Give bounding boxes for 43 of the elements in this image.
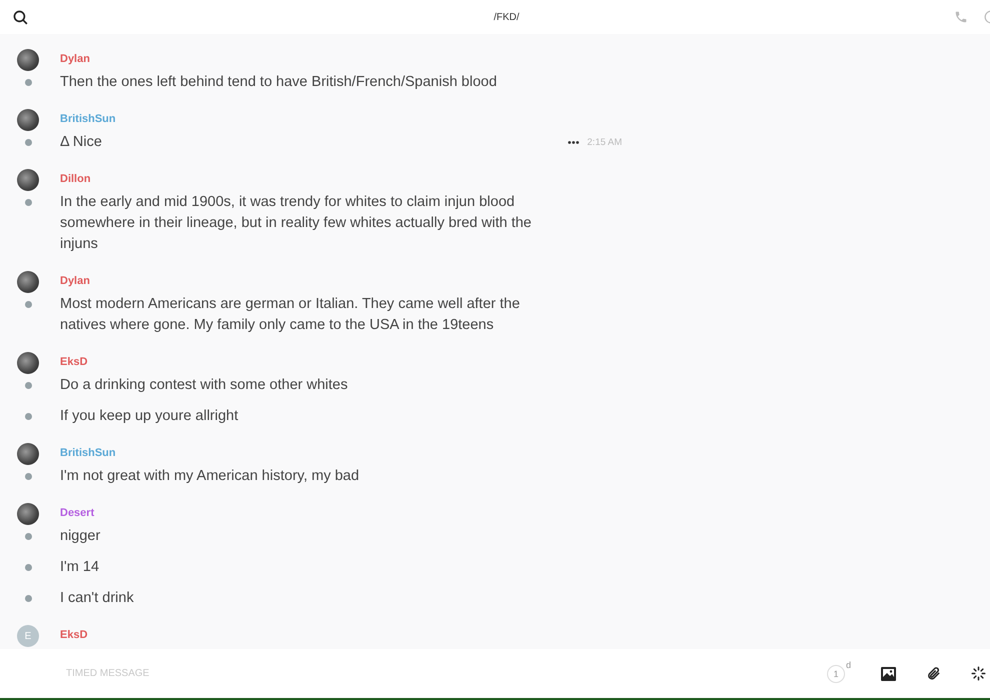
spinner-icon[interactable]: [971, 666, 986, 681]
author-name[interactable]: Dillon: [60, 173, 91, 185]
avatar[interactable]: E: [17, 625, 39, 647]
message-dot: [25, 473, 32, 480]
message-text: Then the ones left behind tend to have British/French/Spanish blood: [60, 73, 497, 92]
message-text: nigger: [60, 527, 100, 546]
message-text: I'm 14: [60, 558, 100, 577]
author-name[interactable]: BritishSun: [60, 447, 116, 459]
message-dot: [25, 139, 32, 146]
message-text: I can't drink: [60, 589, 134, 608]
message-text: I'm not great with my American history, my bad: [60, 467, 360, 486]
author-name[interactable]: BritishSun: [60, 113, 116, 125]
avatar[interactable]: [17, 109, 39, 131]
avatar[interactable]: [17, 271, 39, 293]
image-icon[interactable]: [881, 666, 896, 680]
search-icon[interactable]: [12, 8, 29, 26]
channel-title: /FKD/: [492, 12, 520, 22]
avatar[interactable]: [17, 169, 39, 191]
message-dot: [25, 199, 32, 206]
author-name[interactable]: Dylan: [60, 53, 90, 65]
message-dot: [25, 413, 32, 420]
message-text: Most modern Americans are german or Italian. They came well after the natives where gone. My family only came to the USA in the 19teens: [60, 295, 521, 335]
message-dot: [25, 301, 32, 308]
message-text: If you keep up youre allright: [60, 407, 238, 426]
avatar[interactable]: [17, 49, 39, 71]
author-name[interactable]: Dylan: [60, 275, 90, 287]
message-dot: [25, 595, 32, 602]
message-text: Do a drinking contest with some other whites: [60, 376, 348, 395]
paperclip-icon[interactable]: [926, 666, 941, 681]
message-dot: [25, 564, 32, 571]
author-name[interactable]: EksD: [60, 356, 88, 368]
author-name[interactable]: Desert: [60, 507, 94, 519]
avatar[interactable]: [17, 443, 39, 465]
message-text: In the early and mid 1900s, it was trendy for whites to claim injun blood somewhere in their lineage, but in reality few whites actually bred with the injuns: [60, 193, 532, 254]
message-dot: [25, 382, 32, 389]
message-time: 2:15 AM: [587, 137, 622, 148]
message-dot: [25, 79, 32, 86]
more-icon[interactable]: [568, 141, 580, 144]
message-dot: [25, 533, 32, 540]
avatar[interactable]: [17, 503, 39, 525]
message-text: Δ Nice: [60, 133, 102, 152]
avatar[interactable]: [17, 352, 39, 374]
author-name[interactable]: EksD: [60, 629, 88, 641]
